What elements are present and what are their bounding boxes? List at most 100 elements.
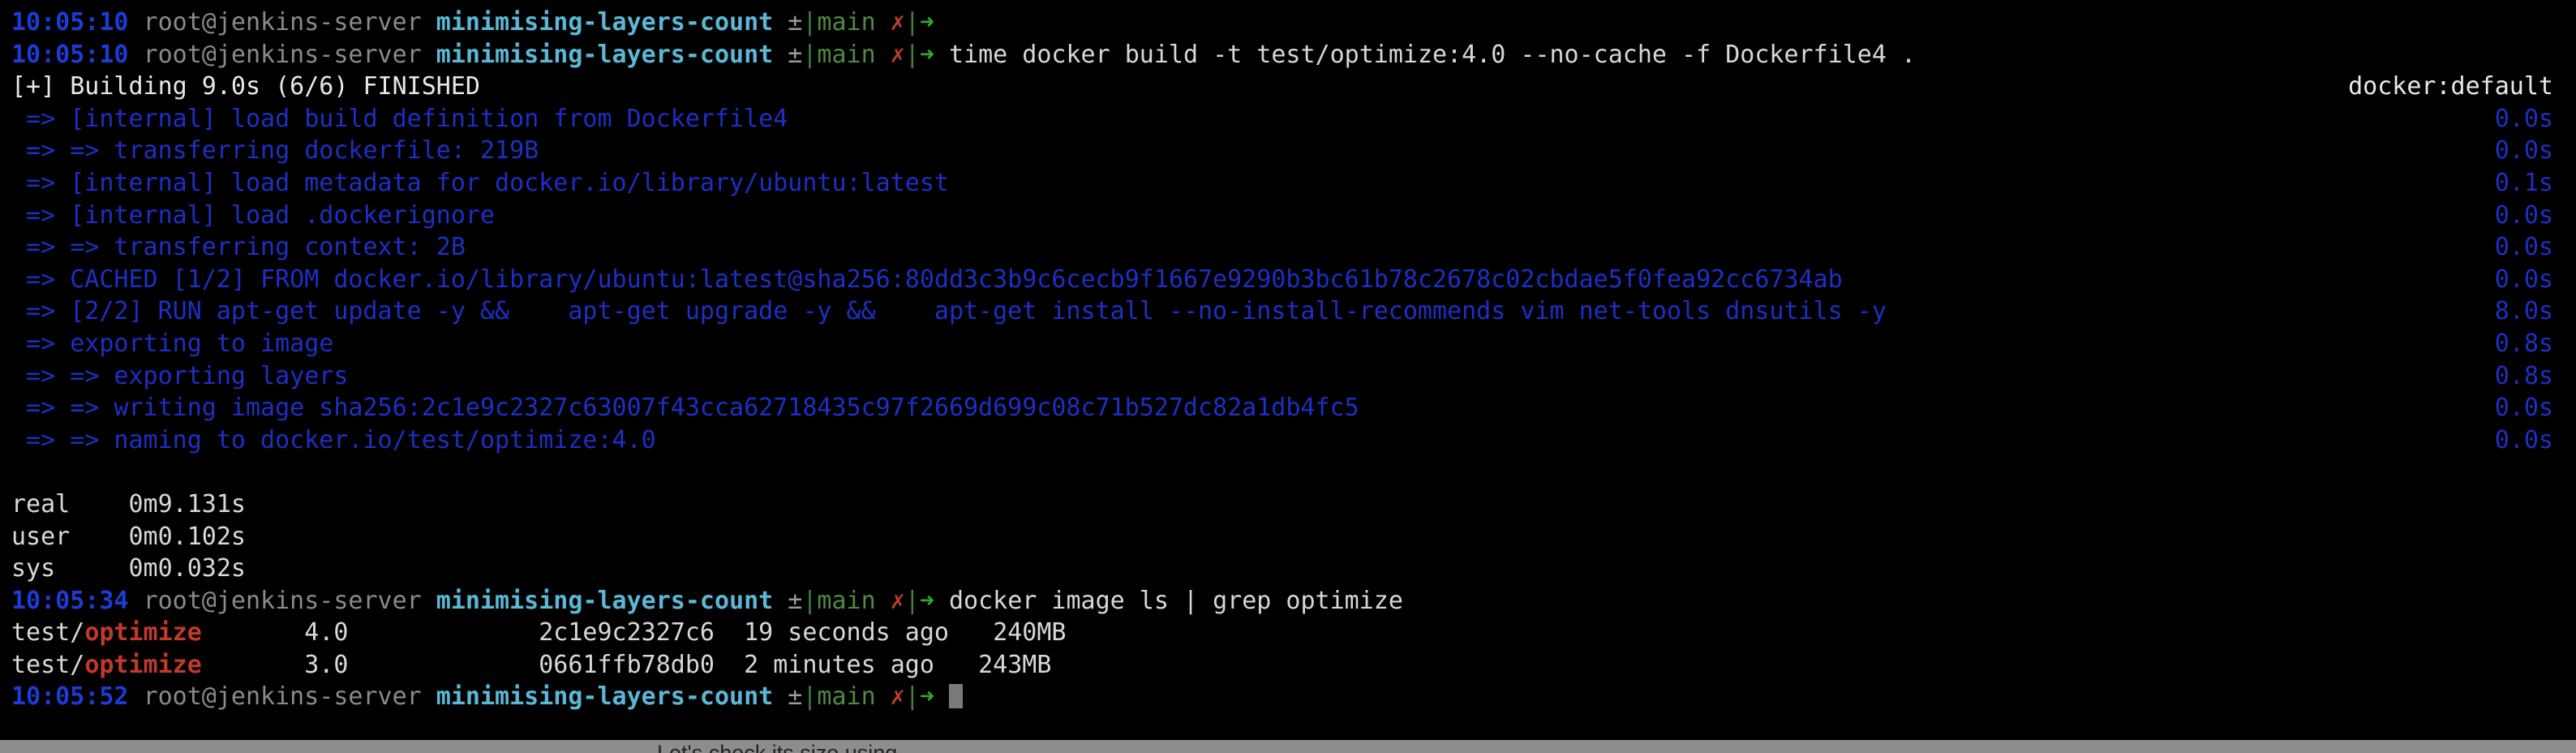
build-step-row: => => writing image sha256:2c1e9c2327c63… bbox=[11, 392, 2565, 424]
prompt-dirty-icon: ✗ bbox=[890, 586, 905, 615]
time-output-real: real 0m9.131s bbox=[11, 488, 2565, 521]
terminal-prompt-line: 10:05:10 root@jenkins-server minimising-… bbox=[11, 6, 2565, 39]
prompt-pm-symbol: ± bbox=[788, 682, 803, 712]
image-list-row: test/optimize 3.0 0661ffb78db0 2 minutes… bbox=[11, 649, 2565, 682]
build-step-text: => => exporting layers bbox=[11, 361, 349, 390]
build-step-row: => [internal] load .dockerignore 0.0s bbox=[11, 200, 2565, 232]
build-step-row: => [internal] load build definition from… bbox=[11, 103, 2565, 136]
prompt-directory: minimising-layers-count bbox=[436, 586, 774, 615]
build-step-text: => [internal] load build definition from… bbox=[11, 104, 788, 133]
prompt-timestamp: 10:05:52 bbox=[11, 682, 129, 712]
prompt-pipe: | bbox=[802, 682, 818, 712]
prompt-arrow-icon: ➜ bbox=[919, 586, 934, 615]
terminal-prompt-line-active[interactable]: 10:05:52 root@jenkins-server minimising-… bbox=[11, 681, 2565, 713]
prompt-timestamp: 10:05:34 bbox=[11, 586, 129, 615]
build-step-duration: 0.0s bbox=[2494, 265, 2553, 294]
prompt-git-branch: main bbox=[817, 586, 876, 615]
image-id: 2c1e9c2327c6 bbox=[539, 618, 715, 648]
build-step-duration: 0.0s bbox=[2494, 104, 2553, 133]
prompt-git-branch: main bbox=[817, 682, 876, 712]
prompt-directory: minimising-layers-count bbox=[436, 8, 774, 37]
image-repo-prefix: test/ bbox=[11, 650, 85, 679]
time-sys-text: sys 0m0.032s bbox=[11, 554, 246, 583]
prompt-dirty-icon: ✗ bbox=[890, 40, 905, 69]
build-step-row: => => exporting layers 0.8s bbox=[11, 360, 2565, 393]
prompt-user-host: root@jenkins-server bbox=[143, 40, 422, 69]
command-docker-build: time docker build -t test/optimize:4.0 -… bbox=[948, 40, 1917, 69]
build-step-text: => => transferring dockerfile: 219B bbox=[11, 136, 539, 166]
prompt-pipe-2: | bbox=[904, 8, 920, 37]
prompt-git-branch: main bbox=[817, 40, 876, 69]
build-step-row: => exporting to image 0.8s bbox=[11, 328, 2565, 360]
terminal-prompt-line-build: 10:05:10 root@jenkins-server minimising-… bbox=[11, 39, 2565, 71]
prompt-arrow-icon: ➜ bbox=[919, 8, 934, 37]
prompt-timestamp: 10:05:10 bbox=[11, 40, 129, 69]
image-tag: 3.0 bbox=[304, 650, 349, 679]
time-real-text: real 0m9.131s bbox=[11, 489, 246, 518]
image-created: 19 seconds ago bbox=[744, 618, 949, 648]
image-repo-match: optimize bbox=[84, 618, 202, 648]
time-output-sys: sys 0m0.032s bbox=[11, 553, 2565, 585]
prompt-timestamp: 10:05:10 bbox=[11, 8, 129, 37]
build-step-duration: 0.0s bbox=[2494, 233, 2553, 262]
prompt-pm-symbol: ± bbox=[788, 8, 803, 37]
slide-strip: Let's check its size using bbox=[0, 722, 2576, 753]
terminal-cursor[interactable] bbox=[948, 684, 963, 709]
build-step-text: => [internal] load .dockerignore bbox=[11, 200, 496, 230]
prompt-git-branch: main bbox=[817, 8, 876, 37]
build-step-duration: 0.8s bbox=[2494, 329, 2553, 358]
build-step-text: => => transferring context: 2B bbox=[11, 233, 466, 262]
prompt-arrow-icon: ➜ bbox=[919, 40, 934, 69]
command-docker-image-ls: docker image ls | grep optimize bbox=[948, 586, 1403, 615]
build-step-duration: 8.0s bbox=[2494, 297, 2553, 326]
build-step-text: => => naming to docker.io/test/optimize:… bbox=[11, 425, 656, 454]
image-created: 2 minutes ago bbox=[744, 650, 934, 679]
prompt-user-host: root@jenkins-server bbox=[143, 682, 422, 712]
prompt-directory: minimising-layers-count bbox=[436, 682, 774, 712]
build-step-text: => => writing image sha256:2c1e9c2327c63… bbox=[11, 394, 1359, 423]
prompt-pipe-2: | bbox=[904, 40, 920, 69]
build-step-duration: 0.8s bbox=[2494, 361, 2553, 390]
build-step-row: => [2/2] RUN apt-get update -y && apt-ge… bbox=[11, 295, 2565, 328]
build-step-text: => [internal] load metadata for docker.i… bbox=[11, 168, 949, 197]
prompt-directory: minimising-layers-count bbox=[436, 40, 774, 69]
prompt-user-host: root@jenkins-server bbox=[143, 8, 422, 37]
prompt-pipe: | bbox=[802, 40, 818, 69]
build-step-duration: 0.0s bbox=[2494, 200, 2553, 230]
build-step-row: => => naming to docker.io/test/optimize:… bbox=[11, 424, 2565, 457]
image-list-row: test/optimize 4.0 2c1e9c2327c6 19 second… bbox=[11, 617, 2565, 649]
image-tag: 4.0 bbox=[304, 618, 349, 648]
terminal-window[interactable]: 10:05:10 root@jenkins-server minimising-… bbox=[0, 0, 2576, 753]
build-step-text: => CACHED [1/2] FROM docker.io/library/u… bbox=[11, 265, 1843, 294]
time-user-text: user 0m0.102s bbox=[11, 522, 246, 551]
build-step-duration: 0.1s bbox=[2494, 168, 2553, 197]
prompt-pipe-2: | bbox=[904, 682, 920, 712]
image-repo-prefix: test/ bbox=[11, 618, 85, 648]
prompt-arrow-icon: ➜ bbox=[919, 682, 934, 712]
prompt-pipe-2: | bbox=[904, 586, 920, 615]
build-step-row: => => transferring dockerfile: 219B 0.0s bbox=[11, 135, 2565, 167]
prompt-pm-symbol: ± bbox=[788, 40, 803, 69]
prompt-pipe: | bbox=[802, 586, 818, 615]
build-step-duration: 0.0s bbox=[2494, 394, 2553, 423]
build-step-duration: 0.0s bbox=[2494, 425, 2553, 454]
build-step-row: => [internal] load metadata for docker.i… bbox=[11, 167, 2565, 200]
build-step-text: => [2/2] RUN apt-get update -y && apt-ge… bbox=[11, 297, 1887, 326]
slide-caption: Let's check its size using bbox=[657, 741, 898, 753]
terminal-screen[interactable]: 10:05:10 root@jenkins-server minimising-… bbox=[0, 0, 2576, 722]
image-size: 240MB bbox=[993, 618, 1067, 648]
build-step-row: => CACHED [1/2] FROM docker.io/library/u… bbox=[11, 264, 2565, 296]
terminal-prompt-line-list: 10:05:34 root@jenkins-server minimising-… bbox=[11, 585, 2565, 617]
prompt-user-host: root@jenkins-server bbox=[143, 586, 422, 615]
prompt-pipe: | bbox=[802, 8, 818, 37]
build-builder-label: docker:default bbox=[2348, 72, 2553, 101]
build-header-line: [+] Building 9.0s (6/6) FINISHED docker:d… bbox=[11, 71, 2565, 103]
prompt-dirty-icon: ✗ bbox=[890, 8, 905, 37]
prompt-pm-symbol: ± bbox=[788, 586, 803, 615]
build-step-text: => exporting to image bbox=[11, 329, 334, 358]
build-header-text: [+] Building 9.0s (6/6) FINISHED bbox=[11, 72, 480, 101]
slide-background-bar bbox=[0, 740, 2576, 753]
image-size: 243MB bbox=[978, 650, 1052, 679]
image-repo-match: optimize bbox=[84, 650, 202, 679]
